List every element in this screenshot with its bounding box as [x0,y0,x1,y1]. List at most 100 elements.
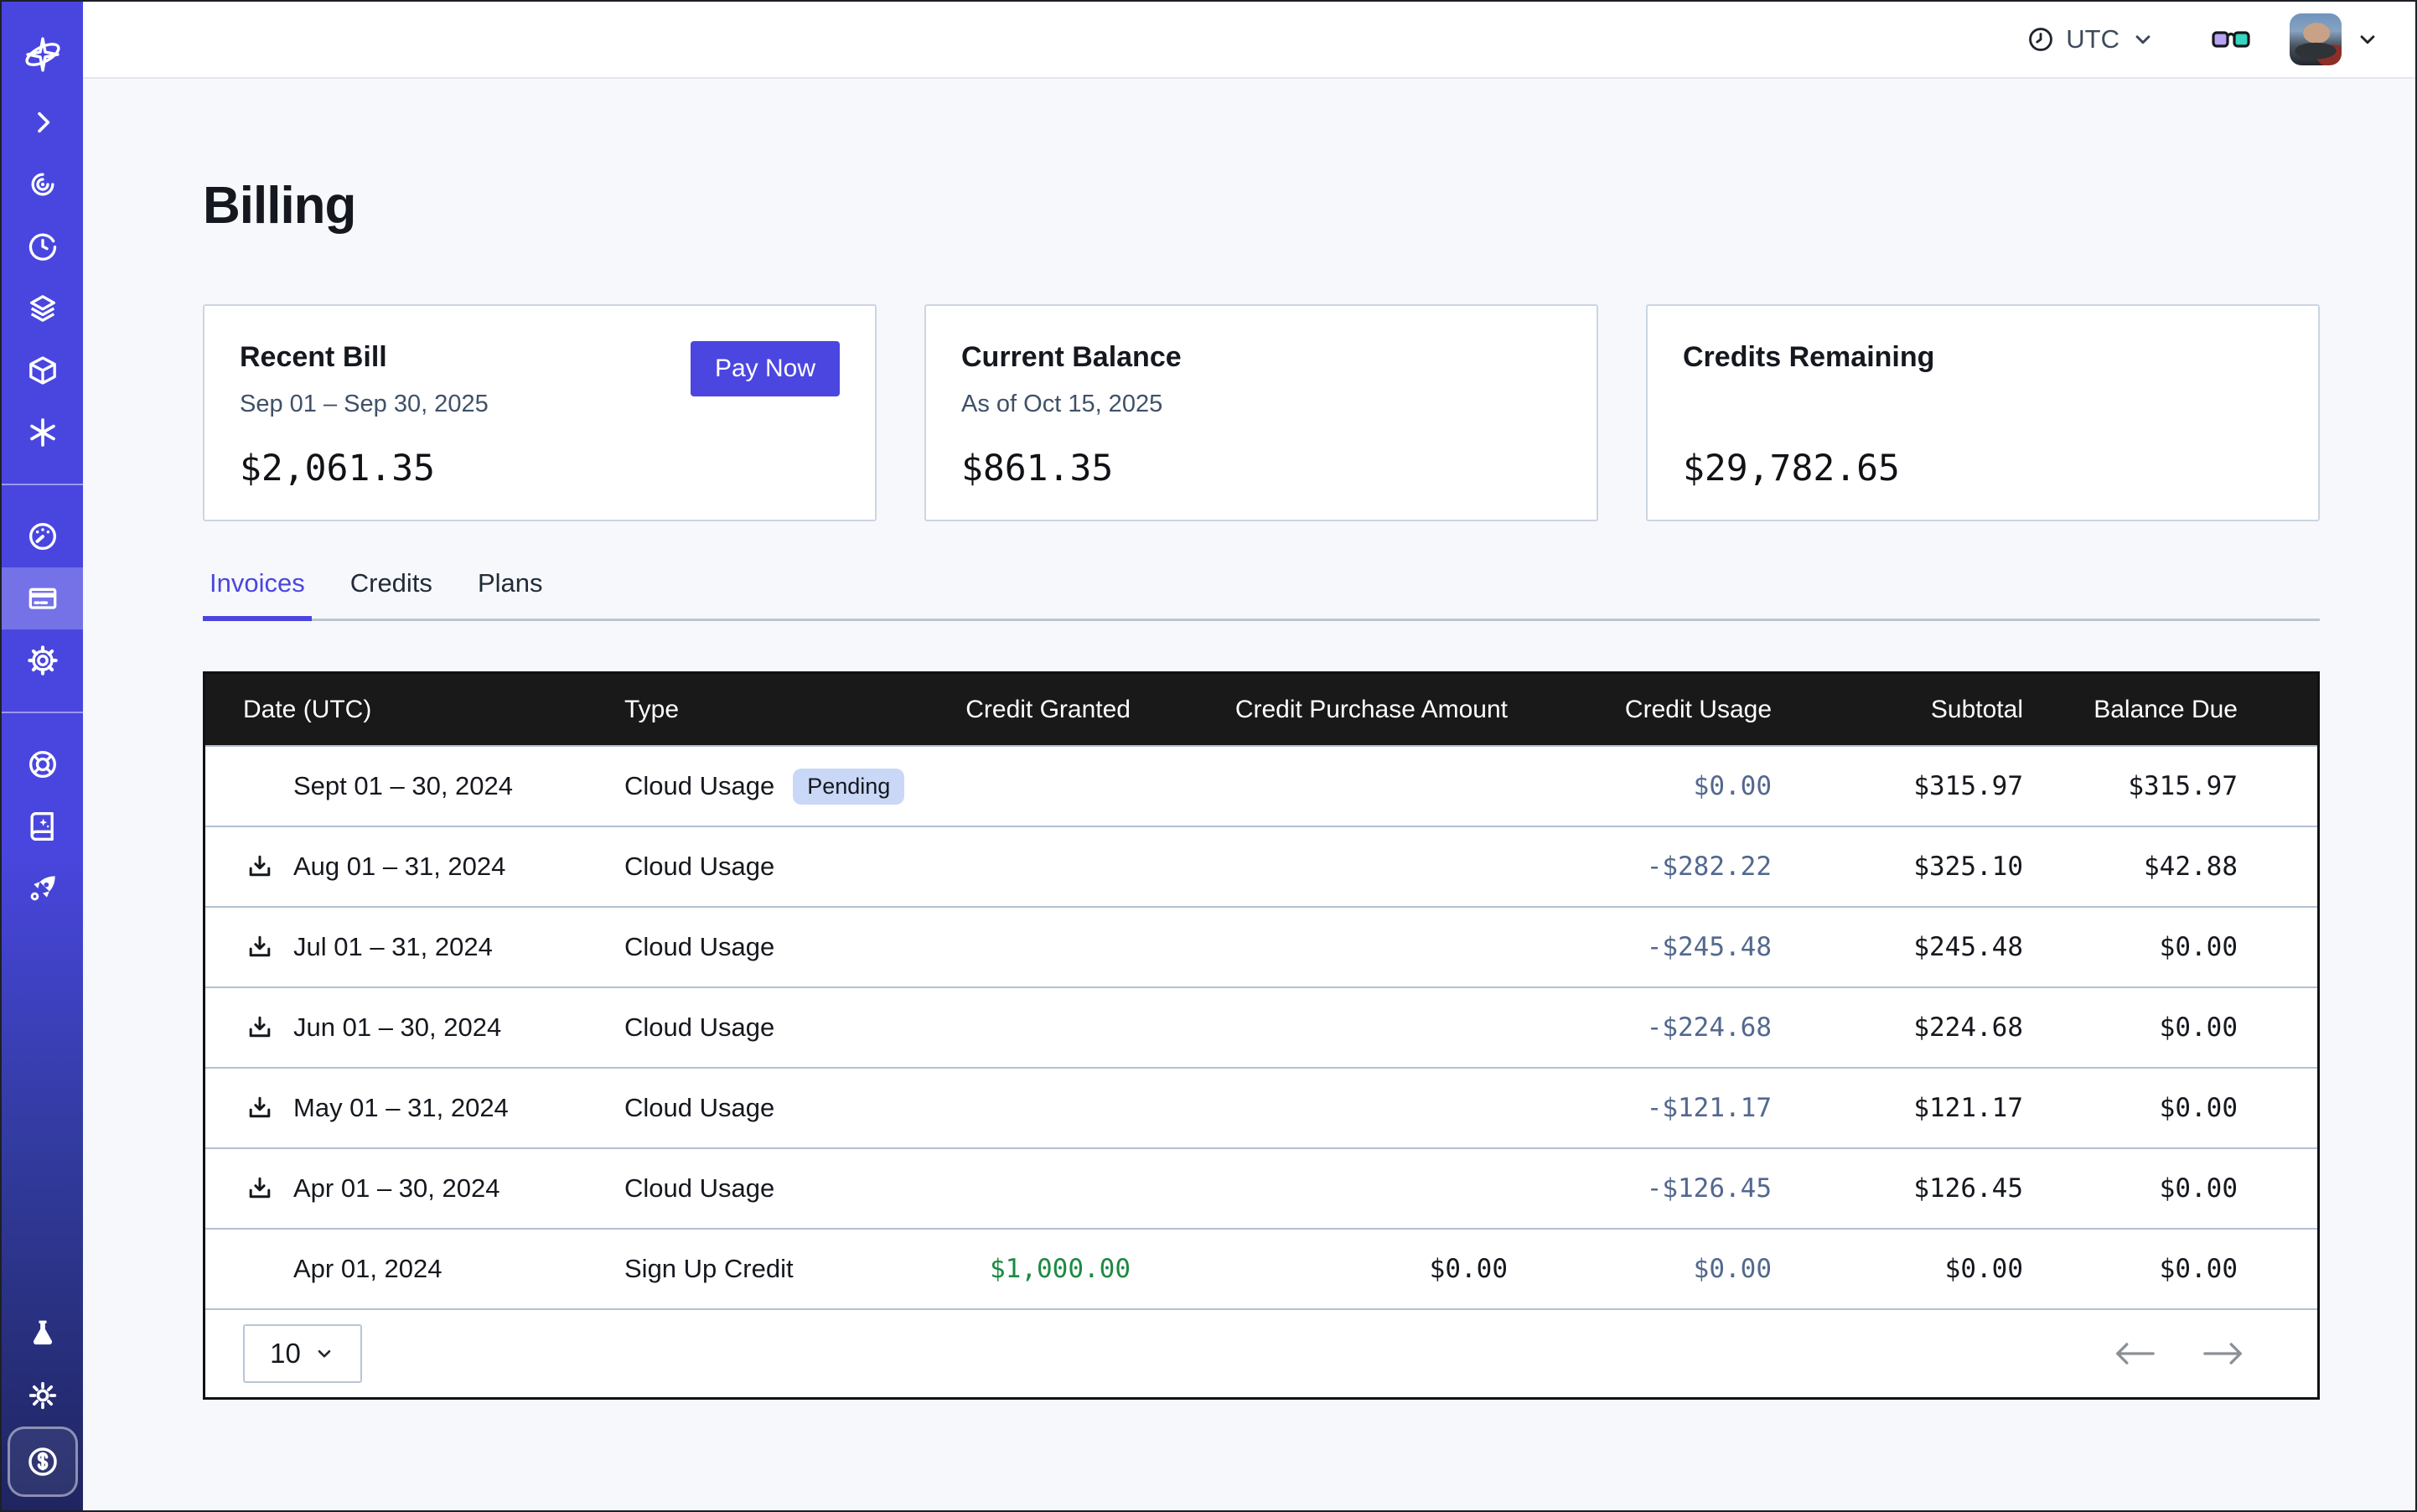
balance-due: $315.97 [2062,771,2317,801]
history-timer-icon [26,230,60,263]
download-icon [245,1173,275,1204]
table-row: Aug 01 – 31, 2024 Cloud Usage -$282.22 $… [205,826,2317,906]
download-icon [245,852,275,882]
download-invoice-button[interactable] [243,1011,277,1044]
user-menu[interactable] [2288,13,2380,65]
chevron-down-icon [2355,27,2380,52]
gear-icon [26,644,60,677]
current-balance-card: Current Balance As of Oct 15, 2025 $861.… [924,304,1598,521]
balance-due: $0.00 [2062,932,2317,962]
credits-dollar-badge-icon [24,1443,61,1480]
table-header: Date (UTC) Type Credit Granted Credit Pu… [205,674,2317,745]
col-credit-granted: Credit Granted [926,696,1169,724]
page-size-select[interactable]: 10 [243,1324,362,1383]
col-type: Type [624,696,926,724]
download-slot-empty [243,769,277,803]
subtotal: $224.68 [1810,1012,2062,1043]
spiral-eye-icon [26,168,60,201]
download-invoice-button[interactable] [243,930,277,964]
subtotal: $325.10 [1810,852,2062,882]
sidebar-item-packages[interactable] [2,339,83,401]
sidebar-item-support[interactable] [2,733,83,795]
col-subtotal: Subtotal [1810,696,2062,724]
balance-due: $0.00 [2062,1012,2317,1043]
credit-usage: -$282.22 [1546,852,1810,882]
recent-bill-card: Recent Bill Sep 01 – Sep 30, 2025 $2,061… [203,304,877,521]
sidebar-item-getting-started[interactable] [2,857,83,919]
card-title: Current Balance [961,341,1561,374]
credit-purchase: $0.00 [1169,1254,1546,1284]
credit-usage: -$224.68 [1546,1012,1810,1043]
sidebar-item-settings[interactable] [2,629,83,691]
sidebar-item-services[interactable] [2,401,83,463]
chevron-right-icon [27,106,59,138]
credit-granted: $1,000.00 [926,1254,1169,1284]
chevron-down-icon [313,1343,335,1364]
invoice-period: Jul 01 – 31, 2024 [293,932,493,962]
docs-book-icon [26,810,60,843]
next-page-button[interactable] [2203,1341,2244,1366]
credit-usage: -$121.17 [1546,1093,1810,1123]
tab-credits[interactable]: Credits [344,568,439,619]
table-row: Jun 01 – 30, 2024 Cloud Usage -$224.68 $… [205,986,2317,1067]
invoice-type: Sign Up Credit [624,1254,794,1284]
credit-usage: $0.00 [1546,1254,1810,1284]
invoice-type: Cloud Usage [624,1173,774,1204]
sidebar-item-expand[interactable] [2,91,83,153]
sidebar-item-usage[interactable] [2,505,83,567]
page-title: Billing [203,176,2320,236]
flask-icon [26,1317,60,1350]
sidebar-item-docs[interactable] [2,795,83,857]
table-row: Apr 01, 2024 Sign Up Credit $1,000.00 $0… [205,1228,2317,1308]
invoices-table: Date (UTC) Type Credit Granted Credit Pu… [203,671,2320,1400]
invoice-period: Jun 01 – 30, 2024 [293,1012,501,1043]
chevron-down-icon [2130,27,2156,52]
invoice-type: Cloud Usage [624,771,774,801]
subtotal: $0.00 [1810,1254,2062,1284]
subtotal: $126.45 [1810,1173,2062,1204]
logo-icon [20,32,65,77]
pagination-arrows [2114,1341,2244,1366]
sidebar-item-theme-toggle[interactable] [2,1364,83,1427]
download-invoice-button[interactable] [243,1091,277,1125]
sidebar-divider [2,484,83,485]
sidebar-item-layers[interactable] [2,277,83,339]
pay-now-button[interactable]: Pay Now [691,341,840,396]
sidebar-item-home[interactable] [20,30,65,79]
sidebar-item-labs[interactable] [2,1302,83,1364]
table-row: May 01 – 31, 2024 Cloud Usage -$121.17 $… [205,1067,2317,1147]
invoice-period: Aug 01 – 31, 2024 [293,852,505,882]
sidebar-item-observe[interactable] [2,153,83,215]
page-size-value: 10 [270,1338,301,1370]
sidebar-item-credits[interactable] [8,1427,78,1497]
theme-sun-icon [26,1379,60,1412]
avatar[interactable] [2290,13,2342,65]
table-row: Jul 01 – 31, 2024 Cloud Usage -$245.48 $… [205,906,2317,986]
reader-mode-toggle[interactable] [2211,25,2251,54]
sidebar-item-billing[interactable] [2,567,83,629]
recent-bill-amount: $2,061.35 [240,448,840,489]
invoice-type: Cloud Usage [624,1093,774,1123]
download-invoice-button[interactable] [243,1172,277,1205]
download-invoice-button[interactable] [243,850,277,883]
arrow-right-icon [2203,1341,2244,1366]
clock-icon [2026,25,2055,54]
billing-card-icon [26,582,60,615]
main-content: Billing Recent Bill Sep 01 – Sep 30, 202… [83,79,2415,1510]
previous-page-button[interactable] [2114,1341,2155,1366]
layers-icon [26,292,60,325]
invoice-period: Apr 01, 2024 [293,1254,443,1284]
col-balance-due: Balance Due [2062,696,2317,724]
col-date: Date (UTC) [205,696,624,724]
sidebar-item-history[interactable] [2,215,83,277]
subtotal: $315.97 [1810,771,2062,801]
timezone-selector[interactable]: UTC [2026,24,2156,54]
current-balance-amount: $861.35 [961,448,1561,489]
balance-due: $0.00 [2062,1093,2317,1123]
tab-invoices[interactable]: Invoices [203,568,312,619]
tab-plans[interactable]: Plans [471,568,550,619]
billing-tabs: Invoices Credits Plans [203,568,2320,621]
sidebar-divider [2,712,83,713]
download-icon [245,1012,275,1043]
download-icon [245,932,275,962]
